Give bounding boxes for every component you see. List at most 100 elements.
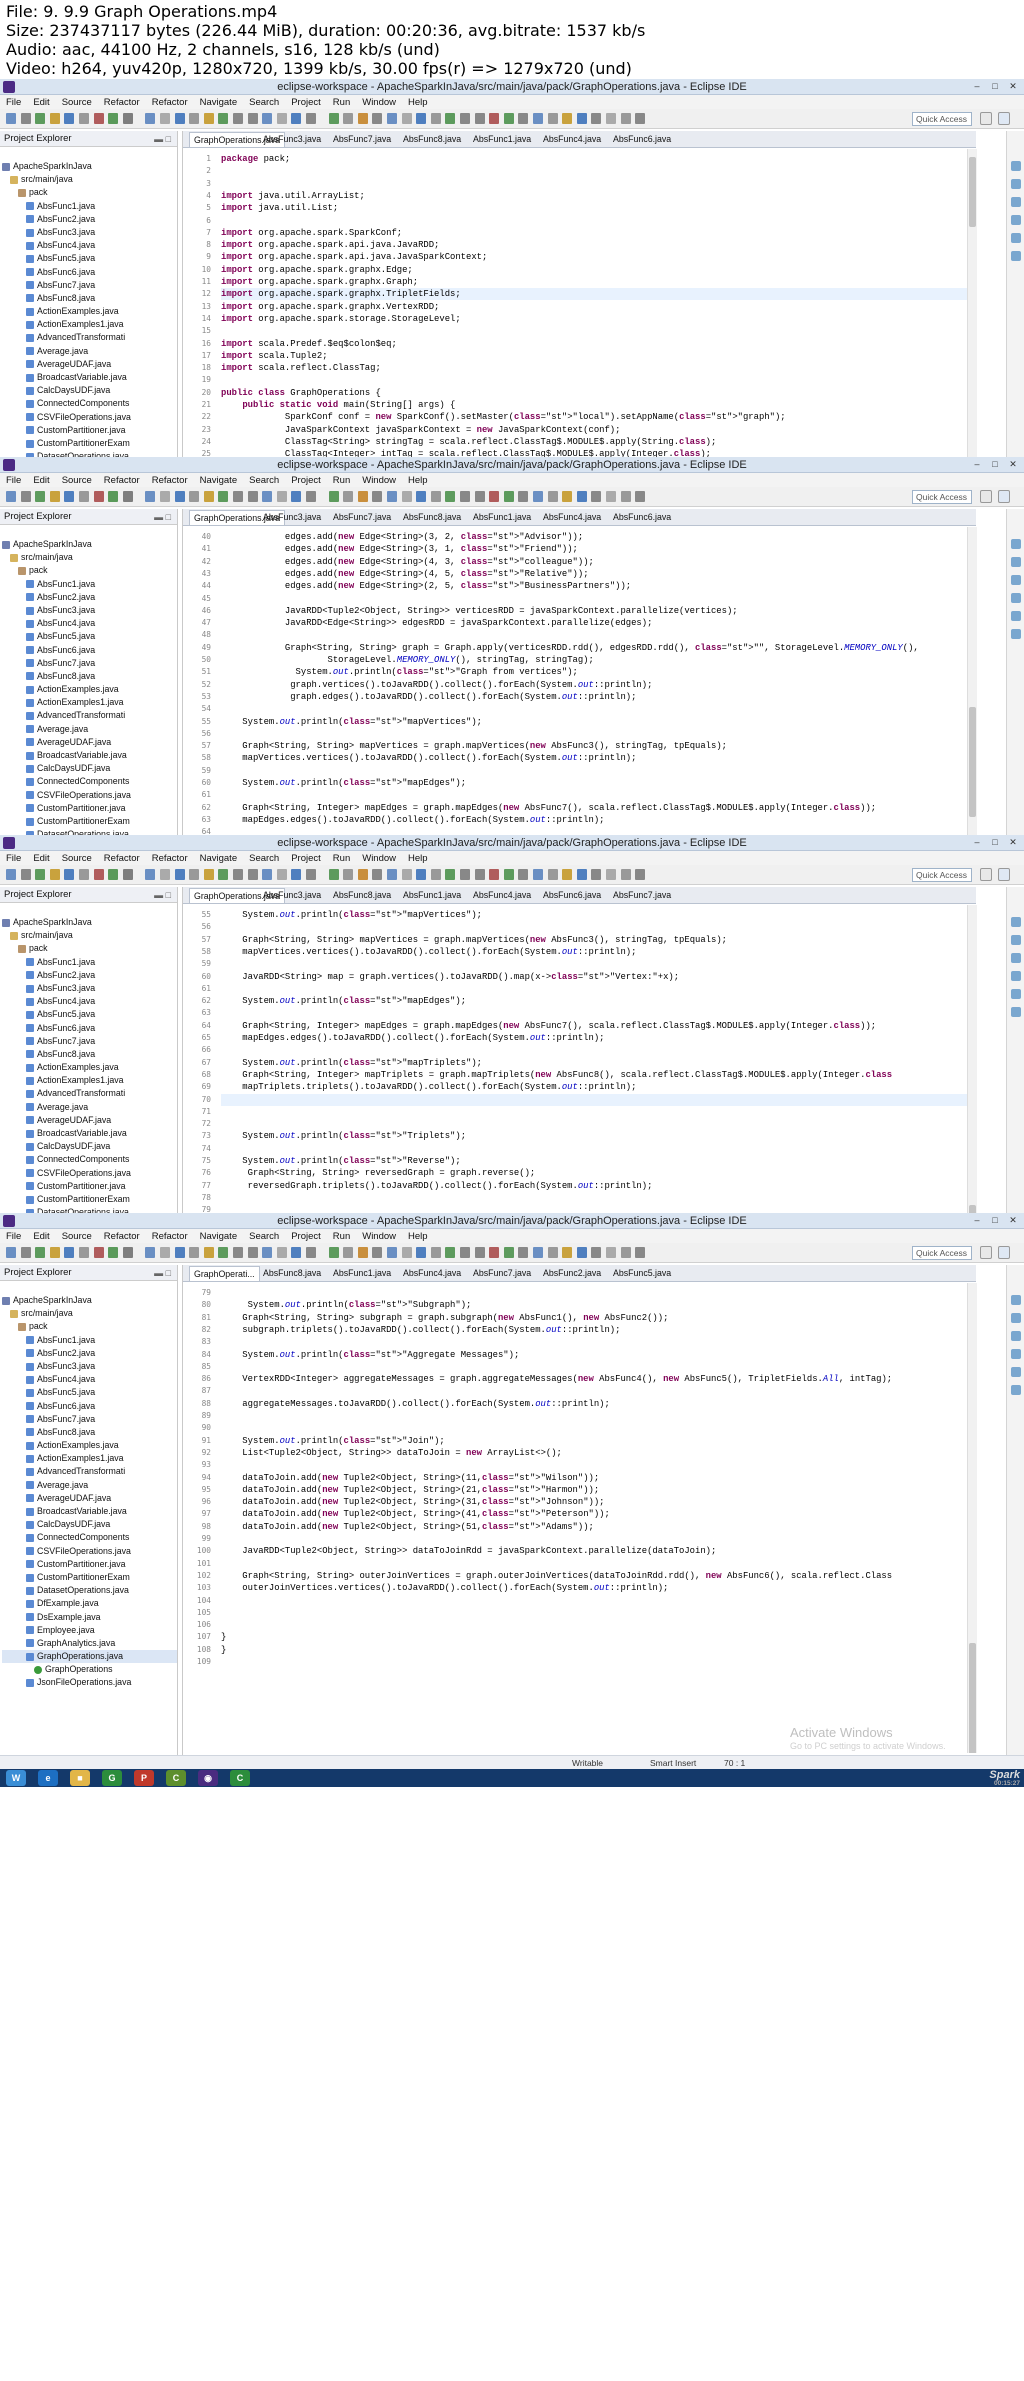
toolbar-button-icon[interactable]	[562, 491, 573, 502]
tree-item[interactable]: pack	[2, 564, 177, 577]
toolbar-button-icon[interactable]	[606, 491, 616, 502]
toolbar-button-icon[interactable]	[430, 869, 441, 880]
toolbar-button-icon[interactable]	[93, 491, 104, 502]
toolbar-button-icon[interactable]	[108, 491, 119, 502]
close-icon[interactable]: ✕	[1006, 81, 1020, 92]
perspective-icon[interactable]	[980, 490, 992, 503]
quick-access-input[interactable]: Quick Access	[912, 112, 972, 126]
tree-item[interactable]: CalcDaysUDF.java	[2, 762, 177, 775]
menu-item[interactable]: Window	[362, 97, 396, 108]
toolbar-button-icon[interactable]	[306, 1247, 316, 1258]
toolbar-button-icon[interactable]	[203, 491, 214, 502]
tree-item[interactable]: CSVFileOperations.java	[2, 789, 177, 802]
toolbar-button-icon[interactable]	[218, 869, 229, 880]
view-icon[interactable]	[1011, 971, 1021, 981]
view-icon[interactable]	[1011, 575, 1021, 585]
tree-item[interactable]: AbsFunc3.java	[2, 226, 177, 239]
tree-item[interactable]: AbsFunc8.java	[2, 670, 177, 683]
minimize-view-icon[interactable]: ▬ □	[154, 887, 171, 903]
tree-item[interactable]: AverageUDAF.java	[2, 736, 177, 749]
tree-item[interactable]: AbsFunc3.java	[2, 1360, 177, 1373]
tree-item[interactable]: ActionExamples.java	[2, 1061, 177, 1074]
menu-item[interactable]: Run	[333, 853, 350, 864]
toolbar-button-icon[interactable]	[576, 113, 587, 124]
tree-item[interactable]: ActionExamples1.java	[2, 696, 177, 709]
view-icon[interactable]	[1011, 1295, 1021, 1305]
toolbar-button-icon[interactable]	[20, 113, 31, 124]
toolbar-button-icon[interactable]	[533, 491, 543, 502]
editor-tab[interactable]: AbsFunc6.java	[613, 510, 671, 525]
editor-tab[interactable]: AbsFunc7.java	[333, 510, 391, 525]
toolbar-button-icon[interactable]	[49, 869, 60, 880]
tree-item[interactable]: CustomPartitioner.java	[2, 424, 177, 437]
tree-item[interactable]: AbsFunc4.java	[2, 617, 177, 630]
toolbar-button-icon[interactable]	[306, 113, 316, 124]
toolbar-button-icon[interactable]	[591, 113, 602, 124]
tree-item[interactable]: AbsFunc4.java	[2, 995, 177, 1008]
toolbar-button-icon[interactable]	[416, 1247, 427, 1258]
toolbar-button-icon[interactable]	[606, 869, 616, 880]
maximize-icon[interactable]: □	[988, 81, 1002, 92]
menu-item[interactable]: Window	[362, 475, 396, 486]
toolbar-button-icon[interactable]	[247, 1247, 258, 1258]
tree-item[interactable]: AbsFunc7.java	[2, 1035, 177, 1048]
menu-item[interactable]: Help	[408, 853, 428, 864]
toolbar-button-icon[interactable]	[189, 491, 200, 502]
toolbar-button-icon[interactable]	[430, 491, 441, 502]
close-icon[interactable]: ✕	[1006, 459, 1020, 470]
tree-item[interactable]: AbsFunc4.java	[2, 239, 177, 252]
tree-item[interactable]: AverageUDAF.java	[2, 1114, 177, 1127]
toolbar-button-icon[interactable]	[35, 1247, 46, 1258]
view-icon[interactable]	[1011, 629, 1021, 639]
toolbar-button-icon[interactable]	[635, 491, 646, 502]
tree-item[interactable]: AbsFunc8.java	[2, 292, 177, 305]
minimize-icon[interactable]: –	[970, 837, 984, 848]
tree-item[interactable]: AbsFunc6.java	[2, 644, 177, 657]
toolbar-button-icon[interactable]	[6, 113, 16, 124]
view-icon[interactable]	[1011, 953, 1021, 963]
toolbar-button-icon[interactable]	[387, 869, 397, 880]
menu-item[interactable]: Project	[291, 97, 321, 108]
toolbar-button-icon[interactable]	[108, 1247, 119, 1258]
toolbar-button-icon[interactable]	[233, 113, 243, 124]
tree-item[interactable]: DsExample.java	[2, 1611, 177, 1624]
tree-item[interactable]: Employee.java	[2, 1624, 177, 1637]
toolbar-button-icon[interactable]	[533, 869, 543, 880]
tree-item[interactable]: AbsFunc2.java	[2, 1347, 177, 1360]
toolbar-button-icon[interactable]	[357, 1247, 368, 1258]
tree-item[interactable]: ConnectedComponents	[2, 1153, 177, 1166]
toolbar-button-icon[interactable]	[489, 113, 500, 124]
toolbar-button-icon[interactable]	[606, 1247, 616, 1258]
quick-access-input[interactable]: Quick Access	[912, 1246, 972, 1260]
toolbar-button-icon[interactable]	[49, 1247, 60, 1258]
tree-item[interactable]: CSVFileOperations.java	[2, 411, 177, 424]
menu-item[interactable]: Search	[249, 1231, 279, 1242]
toolbar-button-icon[interactable]	[122, 1247, 133, 1258]
taskbar-app-icon[interactable]: e	[38, 1770, 58, 1786]
view-icon[interactable]	[1011, 179, 1021, 189]
toolbar-button-icon[interactable]	[445, 869, 456, 880]
toolbar-button-icon[interactable]	[93, 1247, 104, 1258]
editor-tab[interactable]: AbsFunc3.java	[263, 132, 321, 147]
toolbar-button-icon[interactable]	[372, 869, 383, 880]
toolbar-button-icon[interactable]	[562, 113, 573, 124]
toolbar-button-icon[interactable]	[145, 113, 156, 124]
editor-tab[interactable]: AbsFunc4.java	[543, 510, 601, 525]
tree-item[interactable]: Average.java	[2, 1101, 177, 1114]
tree-item[interactable]: AbsFunc1.java	[2, 578, 177, 591]
java-perspective-icon[interactable]	[998, 112, 1010, 125]
toolbar-button-icon[interactable]	[218, 491, 229, 502]
toolbar-button-icon[interactable]	[503, 1247, 514, 1258]
toolbar-button-icon[interactable]	[576, 1247, 587, 1258]
editor-tab[interactable]: AbsFunc5.java	[613, 1266, 671, 1281]
tree-item[interactable]: CustomPartitionerExam	[2, 815, 177, 828]
editor-tab[interactable]: AbsFunc1.java	[333, 1266, 391, 1281]
toolbar-button-icon[interactable]	[635, 869, 646, 880]
toolbar-button-icon[interactable]	[620, 113, 631, 124]
quick-access-input[interactable]: Quick Access	[912, 868, 972, 882]
toolbar-button-icon[interactable]	[460, 113, 470, 124]
toolbar-button-icon[interactable]	[401, 869, 412, 880]
toolbar-button-icon[interactable]	[416, 491, 427, 502]
toolbar-button-icon[interactable]	[489, 1247, 500, 1258]
toolbar-button-icon[interactable]	[276, 491, 287, 502]
